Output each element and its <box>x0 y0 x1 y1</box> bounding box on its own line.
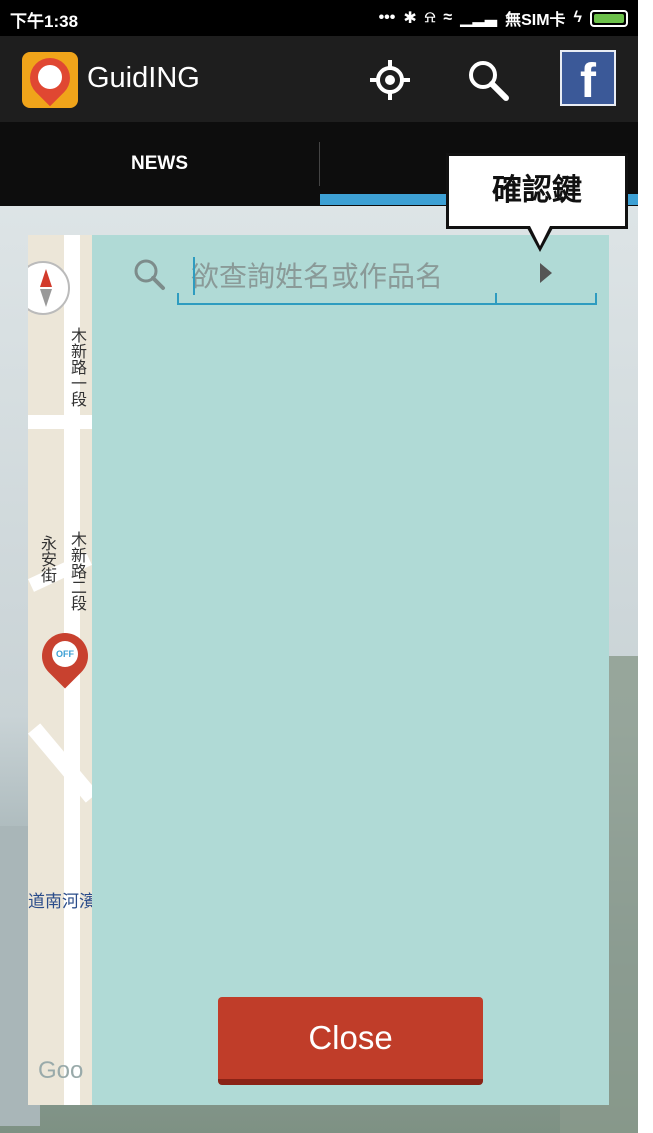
app-title: GuidING <box>87 62 200 94</box>
callout-annotation: 確認鍵 <box>446 153 628 229</box>
confirm-arrow-icon[interactable] <box>540 263 552 283</box>
search-dialog: Close <box>92 235 609 1105</box>
charging-icon: ϟ <box>573 9 582 26</box>
input-underline-tick <box>495 293 497 305</box>
map-label: 木新路二段 <box>68 531 85 611</box>
search-icon <box>134 259 165 290</box>
status-time: 下午1:38 <box>10 12 79 31</box>
map-road <box>28 723 92 803</box>
status-bar: 下午1:38 ••• ✱ ⍾ ≈ ▁▂▃ 無SIM卡 ϟ <box>0 0 638 36</box>
carrier-label: 無SIM卡 <box>505 12 566 29</box>
close-button[interactable]: Close <box>218 997 483 1085</box>
map-label: 道南河濱 <box>28 892 92 911</box>
map-road <box>28 415 92 429</box>
callout-tail-inner <box>530 226 550 246</box>
screen: 下午1:38 ••• ✱ ⍾ ≈ ▁▂▃ 無SIM卡 ϟ GuidING f N… <box>0 0 638 1133</box>
map-attribution: Goo <box>38 1057 84 1084</box>
tab-news[interactable]: NEWS <box>0 122 319 206</box>
locate-icon[interactable] <box>366 56 414 104</box>
search-input-underline <box>177 303 597 305</box>
facebook-label: f <box>580 55 596 108</box>
action-bar: GuidING f <box>0 36 638 122</box>
map-view[interactable]: 木新路一段 永安街 木新路二段 OFF 道南河濱 Goo <box>28 235 92 1105</box>
more-dots-icon: ••• <box>378 9 396 26</box>
bluetooth-icon: ✱ <box>403 10 417 27</box>
battery-icon <box>590 9 628 27</box>
map-label: 永安街 <box>38 535 55 583</box>
map-marker-label: OFF <box>52 641 78 667</box>
status-icons: ••• ✱ ⍾ ≈ ▁▂▃ 無SIM卡 ϟ <box>379 6 628 30</box>
search-input[interactable] <box>177 251 495 303</box>
signal-icon: ▁▂▃ <box>460 10 498 27</box>
input-underline-tick <box>177 293 179 305</box>
text-cursor <box>193 257 195 295</box>
alarm-off-icon: ⍾ <box>424 9 436 26</box>
input-underline-tick <box>595 293 597 305</box>
search-icon[interactable] <box>464 56 512 104</box>
wifi-icon: ≈ <box>443 9 453 26</box>
app-logo-icon[interactable] <box>22 52 78 108</box>
map-label: 木新路一段 <box>68 327 85 407</box>
facebook-icon[interactable]: f <box>560 50 616 108</box>
